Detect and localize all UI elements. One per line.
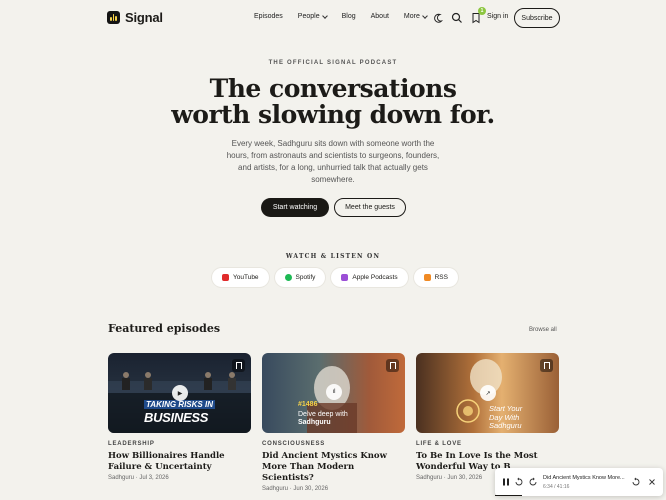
hero-title: The conversations worth slowing down for… <box>171 74 495 129</box>
forward-icon[interactable] <box>528 477 538 487</box>
external-link-icon: ↗ <box>485 390 491 397</box>
nav-more[interactable]: More <box>404 12 428 20</box>
header-icons: 1 <box>430 7 486 26</box>
apple-podcasts-icon <box>341 274 349 281</box>
main-nav: Episodes People Blog About More <box>254 12 428 20</box>
bookmark-button[interactable] <box>232 359 245 372</box>
theme-toggle-button[interactable] <box>430 10 446 26</box>
spotify-icon <box>284 274 292 281</box>
episode-category: LEADERSHIP <box>108 441 155 447</box>
logo-mark-icon <box>107 11 120 24</box>
open-external-button[interactable]: ↗ <box>480 385 496 401</box>
search-icon <box>451 12 462 23</box>
thumbnail-caption: Start Your <box>489 404 523 413</box>
chevron-down-icon <box>422 12 428 19</box>
episode-category: LIFE & LOVE <box>416 441 462 447</box>
player-progress-bar[interactable] <box>495 494 522 496</box>
moon-icon <box>434 13 444 23</box>
replay-icon[interactable] <box>631 477 641 487</box>
thumbnail-caption: Delve deep with <box>298 411 348 418</box>
search-button[interactable] <box>449 10 465 26</box>
pause-icon[interactable] <box>501 477 511 487</box>
logo[interactable]: Signal <box>107 10 163 25</box>
saved-button[interactable]: 1 <box>468 7 486 26</box>
platform-list: YouTube Spotify Apple Podcasts RSS <box>212 268 458 287</box>
hero-subtitle: Every week, Sadhguru sits down with some… <box>226 139 440 184</box>
nav-about[interactable]: About <box>371 13 389 20</box>
watch-heading: WATCH & LISTEN ON <box>285 253 381 260</box>
nav-episodes[interactable]: Episodes <box>254 13 283 20</box>
episode-card[interactable]: #1486 Delve deep with Sadhguru ıl CONSCI… <box>262 353 405 492</box>
episode-title[interactable]: How Billionaires Handle Failure & Uncert… <box>108 451 251 473</box>
rss-icon <box>423 274 431 281</box>
episode-thumbnail[interactable]: Start Your Day With Sadhguru ↗ <box>416 353 559 433</box>
episode-category: CONSCIOUSNESS <box>262 441 326 447</box>
hero-eyebrow: THE OFFICIAL SIGNAL PODCAST <box>268 60 398 66</box>
featured-heading: Featured episodes <box>108 322 221 335</box>
thumbnail-caption: Sadhguru <box>298 419 331 426</box>
nav-blog[interactable]: Blog <box>342 13 356 20</box>
platform-apple-podcasts[interactable]: Apple Podcasts <box>331 268 408 287</box>
thumbnail-caption: #1486 <box>298 401 318 408</box>
episode-card[interactable]: Start Your Day With Sadhguru ↗ LIFE & LO… <box>416 353 559 481</box>
rewind-icon[interactable] <box>514 477 524 487</box>
episode-thumbnail[interactable]: TAKING RISKS IN BUSINESS ▶ <box>108 353 251 433</box>
bookmark-button[interactable] <box>540 359 553 372</box>
close-icon[interactable] <box>647 477 657 487</box>
episode-meta: Sadhguru · Jun 30, 2026 <box>262 486 329 492</box>
start-watching-button[interactable]: Start watching <box>261 198 329 217</box>
youtube-icon <box>222 274 229 281</box>
subscribe-button[interactable]: Subscribe <box>514 8 560 28</box>
chevron-down-icon <box>321 12 328 19</box>
player-title[interactable]: Did Ancient Mystics Know More... <box>543 475 625 481</box>
thumbnail-caption: Sadhguru <box>489 421 522 430</box>
logo-text: Signal <box>125 10 163 25</box>
thumbnail-caption: TAKING RISKS IN <box>144 400 215 409</box>
player-time: 6:34 / 41:16 <box>543 484 570 490</box>
platform-rss[interactable]: RSS <box>413 268 458 287</box>
episode-meta: Sadhguru · Jul 3, 2026 <box>108 475 169 481</box>
notification-badge: 1 <box>478 7 486 15</box>
play-button[interactable]: ıl <box>326 384 342 400</box>
thumbnail-caption: BUSINESS <box>144 410 209 425</box>
episode-card[interactable]: TAKING RISKS IN BUSINESS ▶ LEADERSHIP Ho… <box>108 353 251 481</box>
bookmark-button[interactable] <box>386 359 399 372</box>
platform-spotify[interactable]: Spotify <box>274 268 326 287</box>
platform-youtube[interactable]: YouTube <box>212 268 269 287</box>
episode-title[interactable]: Did Ancient Mystics Know More Than Moder… <box>262 451 405 484</box>
top-nav: Signal Episodes People Blog About More 1… <box>0 0 666 36</box>
waveform-icon: ıl <box>332 389 336 395</box>
mini-player: Did Ancient Mystics Know More... 6:34 / … <box>495 468 663 496</box>
episode-thumbnail[interactable]: #1486 Delve deep with Sadhguru ıl <box>262 353 405 433</box>
signin-link[interactable]: Sign in <box>487 13 508 20</box>
nav-people[interactable]: People <box>298 12 328 20</box>
play-icon: ▶ <box>177 390 183 397</box>
play-button[interactable]: ▶ <box>172 385 188 401</box>
meet-guests-button[interactable]: Meet the guests <box>334 198 406 217</box>
browse-all-link[interactable]: Browse all <box>529 327 557 333</box>
